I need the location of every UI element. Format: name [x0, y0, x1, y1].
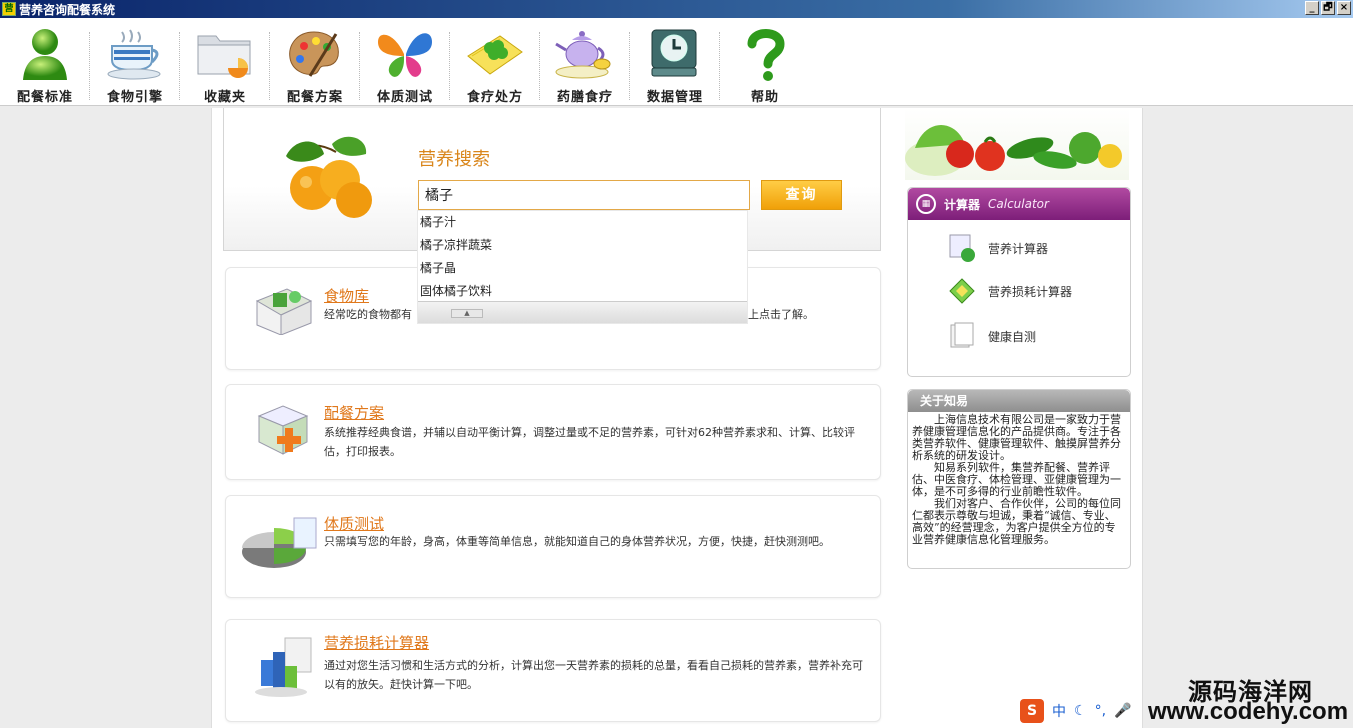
toolbar-label: 帮助 — [750, 90, 779, 105]
close-button[interactable]: × — [1337, 1, 1351, 15]
palette-icon — [284, 26, 346, 82]
toolbar-label: 配餐方案 — [286, 90, 343, 105]
toolbar-item-diet-prescription[interactable]: 食疗处方 — [450, 18, 540, 106]
toolbar-label: 数据管理 — [646, 90, 703, 105]
nutrition-calc-icon — [946, 232, 978, 264]
toolbar-item-favorites[interactable]: 收藏夹 — [180, 18, 270, 106]
window-titlebar: 营 营养咨询配餐系统 _ 🗗 × — [0, 0, 1353, 18]
toolbar-item-constitution-test[interactable]: 体质测试 — [360, 18, 450, 106]
butterfly-icon — [374, 26, 436, 82]
search-input[interactable] — [418, 180, 750, 210]
folder-icon — [194, 26, 256, 82]
calc-item-nutrition-loss[interactable]: 营养损耗计算器 — [946, 275, 1072, 307]
toolbar-item-medicinal-diet[interactable]: 药膳食疗 — [540, 18, 630, 106]
card-constitution-test: 体质测试 只需填写您的年龄，身高，体重等简单信息，就能知道自己的身体营养状况，方… — [225, 495, 881, 598]
toolbar-label: 体质测试 — [376, 90, 433, 105]
calc-item-health-self-test[interactable]: 健康自测 — [946, 320, 1036, 352]
card-desc-text: 经常吃的食物都有 — [324, 308, 412, 321]
search-title: 营养搜索 — [418, 149, 490, 170]
punctuation-icon[interactable]: °, — [1095, 703, 1106, 719]
pie-chart-icon — [240, 514, 320, 574]
card-title[interactable]: 体质测试 — [324, 513, 384, 534]
suggestion-item[interactable]: 固体橘子饮料 — [418, 280, 747, 303]
card-title[interactable]: 营养损耗计算器 — [324, 632, 429, 653]
card-title[interactable]: 食物库 — [324, 285, 369, 306]
calc-item-label: 健康自测 — [988, 329, 1037, 344]
ime-mode[interactable]: 中 — [1052, 701, 1066, 721]
moon-icon[interactable]: ☾ — [1074, 703, 1087, 719]
toolbar-item-food-engine[interactable]: 食物引擎 — [90, 18, 180, 106]
teapot-icon — [554, 26, 616, 82]
notebook-clover-icon — [464, 26, 526, 82]
toolbar-item-help[interactable]: 帮助 — [720, 18, 810, 106]
card-desc-tail: 码上点击了解。 — [737, 308, 814, 321]
suggestion-item[interactable]: 橘子凉拌蔬菜 — [418, 234, 747, 257]
watermark-url: www.codehy.com — [1148, 698, 1349, 725]
restore-button[interactable]: 🗗 — [1321, 1, 1335, 15]
about-paragraph: 我们对客户、合作伙伴，公司的每位同仁都表示尊敬与坦诚，秉着“诚信、专业、高效”的… — [912, 497, 1121, 546]
search-suggestions: 橘子汁 橘子凉拌蔬菜 橘子晶 固体橘子饮料 ▲ — [417, 210, 748, 324]
suggestion-item[interactable]: 橘子晶 — [418, 257, 747, 280]
toolbar-label: 药膳食疗 — [556, 90, 613, 105]
calculator-title: 计算器 — [944, 197, 981, 212]
main-toolbar: 配餐标准 食物引擎 收藏夹 配餐方案 体质测试 食疗处方 药膳食疗 数据管理 帮… — [0, 18, 1353, 106]
toolbar-label: 食物引擎 — [106, 90, 163, 105]
loss-calc-icon — [946, 275, 978, 307]
window-controls: _ 🗗 × — [1305, 1, 1351, 15]
card-desc: 系统推荐经典食谱，并辅以自动平衡计算，调整过量或不足的营养素，可针对62种营养素… — [324, 426, 855, 458]
card-desc: 只需填写您的年龄，身高，体重等简单信息，就能知道自己的身体营养状况，方便，快捷，… — [324, 535, 830, 548]
about-panel: 关于知易 上海信息技术有限公司是一家致力于营养健康管理信息化的产品提供商。专注于… — [907, 389, 1131, 569]
calc-item-label: 营养计算器 — [988, 241, 1049, 256]
about-paragraph: 知易系列软件，集营养配餐、营养评估、中医食疗、体检管理、亚健康管理为一体，是不可… — [912, 461, 1121, 498]
coffee-cup-icon — [104, 26, 166, 82]
vegetables-banner — [905, 108, 1129, 180]
card-meal-plan: 配餐方案 系统推荐经典食谱，并辅以自动平衡计算，调整过量或不足的营养素，可针对6… — [225, 384, 881, 480]
toolbar-label: 收藏夹 — [203, 90, 246, 105]
calculator-grid-icon: ▦ — [916, 194, 936, 214]
calc-item-label: 营养损耗计算器 — [988, 284, 1073, 299]
calculator-panel: ▦ 计算器 Calculator 营养计算器 营养损耗计算器 健康自测 — [907, 187, 1131, 377]
orange-fruit-icon — [276, 130, 386, 223]
microphone-icon[interactable]: 🎤 — [1114, 703, 1131, 719]
bar-chart-icon — [248, 636, 318, 697]
collapse-arrow-icon[interactable]: ▲ — [451, 309, 483, 318]
about-title: 关于知易 — [908, 390, 1130, 412]
card-nutrition-loss-calculator: 营养损耗计算器 通过对您生活习惯和生活方式的分析，计算出您一天营养素的损耗的总量… — [225, 619, 881, 722]
person-icon — [14, 26, 76, 82]
meal-plan-icon — [248, 399, 318, 459]
database-clock-icon — [644, 26, 706, 82]
app-icon: 营 — [2, 2, 16, 16]
self-test-icon — [946, 320, 978, 352]
toolbar-item-meal-plan[interactable]: 配餐方案 — [270, 18, 360, 106]
minimize-button[interactable]: _ — [1305, 1, 1319, 15]
ime-tray: S 中 ☾ °, 🎤 — [1020, 698, 1150, 724]
window-title: 营养咨询配餐系统 — [19, 2, 116, 17]
toolbar-item-meal-standard[interactable]: 配餐标准 — [0, 18, 90, 106]
card-title[interactable]: 配餐方案 — [324, 402, 384, 423]
toolbar-item-data-management[interactable]: 数据管理 — [630, 18, 720, 106]
suggestions-resize-bar[interactable]: ▲ — [418, 301, 747, 323]
ime-logo-icon[interactable]: S — [1020, 699, 1044, 723]
about-body: 上海信息技术有限公司是一家致力于营养健康管理信息化的产品提供商。专注于各类营养软… — [908, 412, 1130, 546]
search-button[interactable]: 查询 — [761, 180, 842, 210]
calculator-subtitle: Calculator — [988, 197, 1049, 211]
suggestion-item[interactable]: 橘子汁 — [418, 211, 747, 234]
help-question-icon — [734, 26, 796, 82]
toolbar-label: 配餐标准 — [16, 90, 73, 105]
calculator-header: ▦ 计算器 Calculator — [908, 188, 1130, 220]
card-desc: 通过对您生活习惯和生活方式的分析，计算出您一天营养素的损耗的总量，看看自己损耗的… — [324, 659, 863, 691]
food-library-icon — [248, 278, 318, 338]
toolbar-label: 食疗处方 — [466, 90, 523, 105]
calc-item-nutrition[interactable]: 营养计算器 — [946, 232, 1048, 264]
about-paragraph: 上海信息技术有限公司是一家致力于营养健康管理信息化的产品提供商。专注于各类营养软… — [912, 413, 1121, 462]
